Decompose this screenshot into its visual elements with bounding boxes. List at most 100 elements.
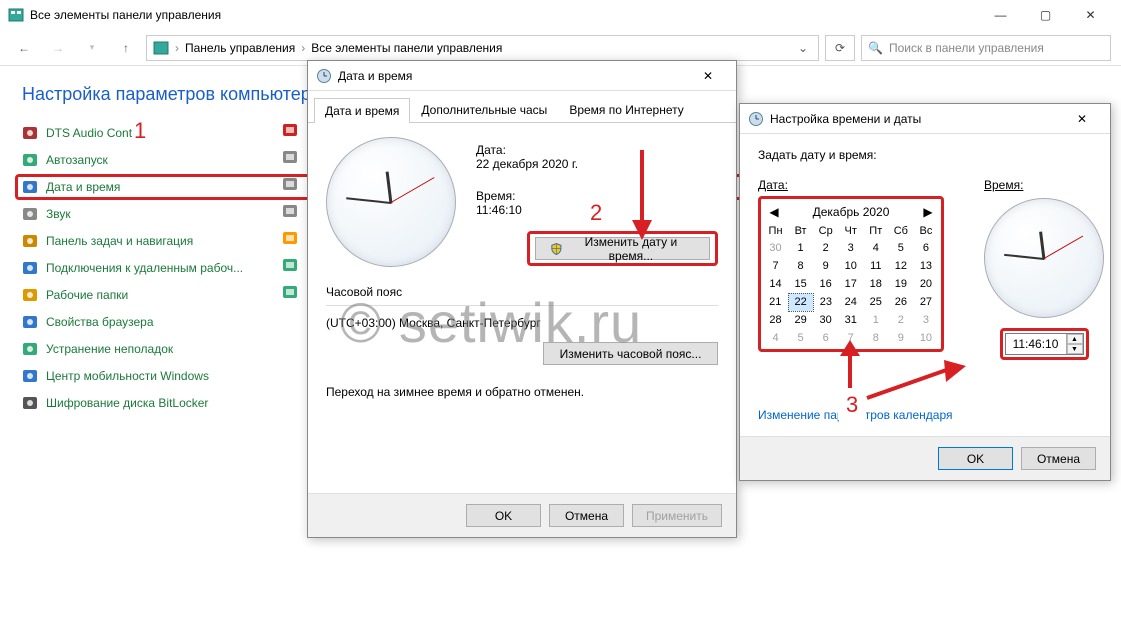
calendar-dow: Пт (863, 223, 888, 239)
date-value: 22 декабря 2020 г. (476, 157, 718, 171)
subtitle: Задать дату и время: (758, 148, 1092, 162)
search-box[interactable]: 🔍 Поиск в панели управления (861, 35, 1111, 61)
calendar-day[interactable]: 8 (863, 329, 888, 347)
date-label: Дата: (476, 143, 718, 157)
calendar-day[interactable]: 7 (838, 329, 863, 347)
calendar-day[interactable]: 10 (913, 329, 938, 347)
date-time-settings-dialog: Настройка времени и даты ✕ Задать дату и… (739, 103, 1111, 481)
time-spinner[interactable]: ▲▼ (1066, 334, 1083, 354)
cp-item-icon (22, 287, 38, 303)
cp-item-label: Шифрование диска BitLocker (46, 396, 208, 410)
close-button[interactable]: ✕ (1068, 0, 1113, 30)
calendar-day[interactable]: 6 (913, 239, 938, 257)
calendar-day[interactable]: 8 (788, 257, 813, 275)
next-month-button[interactable]: ▶ (921, 205, 935, 219)
search-placeholder: Поиск в панели управления (889, 41, 1044, 55)
calendar-day[interactable]: 16 (813, 275, 838, 293)
calendar-day[interactable]: 2 (888, 311, 913, 329)
cp-item-label: Подключения к удаленным рабоч... (46, 261, 243, 275)
calendar-day[interactable]: 30 (813, 311, 838, 329)
calendar-day[interactable]: 10 (838, 257, 863, 275)
ok-button[interactable]: OK (938, 447, 1013, 470)
calendar-day[interactable]: 6 (813, 329, 838, 347)
calendar-day[interactable]: 17 (838, 275, 863, 293)
calendar-day[interactable]: 11 (863, 257, 888, 275)
cp-item-label: Панель задач и навигация (46, 234, 193, 248)
calendar-day[interactable]: 25 (863, 293, 888, 311)
calendar-day[interactable]: 14 (763, 275, 788, 293)
calendar-day[interactable]: 5 (888, 239, 913, 257)
main-titlebar: Все элементы панели управления — ▢ ✕ (0, 0, 1121, 30)
cancel-button[interactable]: Отмена (549, 504, 624, 527)
address-bar[interactable]: › Панель управления › Все элементы панел… (146, 35, 819, 61)
tab-additional-clocks[interactable]: Дополнительные часы (410, 97, 558, 122)
dialog-title: Настройка времени и даты (770, 112, 1062, 126)
cp-item-icon (282, 284, 298, 300)
calendar-day[interactable]: 29 (788, 311, 813, 329)
ok-button[interactable]: OK (466, 504, 541, 527)
calendar-day[interactable]: 9 (813, 257, 838, 275)
tabs: Дата и время Дополнительные часы Время п… (308, 91, 736, 123)
calendar-day[interactable]: 4 (763, 329, 788, 347)
cp-item-icon (22, 125, 38, 141)
cp-item-icon (282, 149, 298, 165)
cp-item-icon (282, 122, 298, 138)
calendar-day[interactable]: 22 (788, 293, 813, 311)
tab-datetime[interactable]: Дата и время (314, 98, 410, 123)
calendar-day[interactable]: 27 (913, 293, 938, 311)
up-button[interactable]: ↑ (112, 34, 140, 62)
address-dropdown[interactable]: ⌄ (794, 41, 812, 55)
apply-button[interactable]: Применить (632, 504, 722, 527)
calendar-day[interactable]: 18 (863, 275, 888, 293)
calendar-dow: Ср (813, 223, 838, 239)
calendar-day[interactable]: 26 (888, 293, 913, 311)
dialog-close-button[interactable]: ✕ (688, 62, 728, 90)
cp-item-label: DTS Audio Cont (46, 126, 132, 140)
calendar-day[interactable]: 31 (838, 311, 863, 329)
calendar-day[interactable]: 3 (913, 311, 938, 329)
calendar-day[interactable]: 3 (838, 239, 863, 257)
calendar-day[interactable]: 9 (888, 329, 913, 347)
change-timezone-button[interactable]: Изменить часовой пояс... (543, 342, 718, 365)
calendar[interactable]: ◀ Декабрь 2020 ▶ ПнВтСрЧтПтСбВс301234567… (763, 201, 939, 347)
calendar-day[interactable]: 13 (913, 257, 938, 275)
calendar-day[interactable]: 4 (863, 239, 888, 257)
calendar-day[interactable]: 7 (763, 257, 788, 275)
change-datetime-button[interactable]: Изменить дату и время... (535, 237, 710, 260)
calendar-params-link[interactable]: Изменение параметров календаря (758, 408, 953, 422)
calendar-day[interactable]: 23 (813, 293, 838, 311)
calendar-dow: Вс (913, 223, 938, 239)
breadcrumb-item[interactable]: Все элементы панели управления (311, 41, 502, 55)
calendar-dow: Чт (838, 223, 863, 239)
calendar-day[interactable]: 20 (913, 275, 938, 293)
calendar-day[interactable]: 30 (763, 239, 788, 257)
calendar-month-title[interactable]: Декабрь 2020 (813, 205, 890, 219)
time-label: Время: (984, 178, 1104, 192)
tab-internet-time[interactable]: Время по Интернету (558, 97, 694, 122)
cancel-button[interactable]: Отмена (1021, 447, 1096, 470)
calendar-day[interactable]: 1 (788, 239, 813, 257)
calendar-day[interactable]: 21 (763, 293, 788, 311)
time-input[interactable]: ▲▼ (1005, 333, 1084, 355)
cp-item-icon (22, 314, 38, 330)
calendar-day[interactable]: 24 (838, 293, 863, 311)
refresh-button[interactable]: ⟳ (825, 35, 855, 61)
breadcrumb-item[interactable]: Панель управления (185, 41, 295, 55)
cp-item-label: Рабочие папки (46, 288, 128, 302)
dialog-close-button[interactable]: ✕ (1062, 105, 1102, 133)
calendar-day[interactable]: 28 (763, 311, 788, 329)
cp-item-label: Автозапуск (46, 153, 108, 167)
back-button[interactable]: ← (10, 34, 38, 62)
calendar-day[interactable]: 15 (788, 275, 813, 293)
calendar-day[interactable]: 2 (813, 239, 838, 257)
prev-month-button[interactable]: ◀ (767, 205, 781, 219)
calendar-day[interactable]: 1 (863, 311, 888, 329)
calendar-day[interactable]: 19 (888, 275, 913, 293)
minimize-button[interactable]: — (978, 0, 1023, 30)
maximize-button[interactable]: ▢ (1023, 0, 1068, 30)
time-field[interactable] (1006, 337, 1066, 351)
calendar-day[interactable]: 12 (888, 257, 913, 275)
forward-button[interactable]: → (44, 34, 72, 62)
calendar-day[interactable]: 5 (788, 329, 813, 347)
recent-locations-dropdown[interactable]: ▾ (78, 34, 106, 62)
